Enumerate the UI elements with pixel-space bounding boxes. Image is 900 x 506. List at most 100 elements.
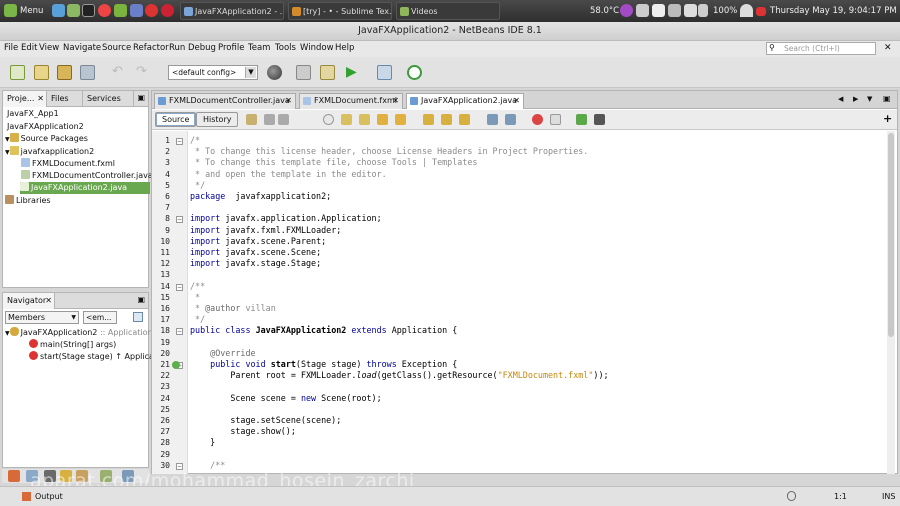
text-editor-icon[interactable]: [114, 4, 127, 17]
maximize-icon[interactable]: ▣: [883, 94, 891, 103]
volume-icon[interactable]: [684, 4, 697, 17]
menu-icon[interactable]: [4, 4, 17, 17]
shift-right-icon[interactable]: [505, 114, 516, 125]
new-project-icon[interactable]: [34, 65, 49, 80]
scroll-left-icon[interactable]: ◀: [838, 95, 843, 103]
fold-toggle[interactable]: −: [176, 283, 183, 291]
tree-libraries[interactable]: Libraries: [5, 195, 51, 207]
members-filter[interactable]: Members ▼: [5, 311, 79, 324]
navigator-member-start[interactable]: start(Stage stage) ↑ Application: [29, 351, 169, 363]
undo-icon[interactable]: ↶: [112, 65, 127, 80]
clock[interactable]: Thursday May 19, 9:04:17 PM: [770, 0, 897, 22]
window-titlebar[interactable]: JavaFXApplication2 - NetBeans IDE 8.1: [0, 22, 900, 41]
code-line[interactable]: import javafx.scene.Scene;: [190, 247, 321, 258]
find-next-icon[interactable]: [359, 114, 370, 125]
close-icon[interactable]: ✕: [45, 293, 52, 308]
tab-files[interactable]: Files: [47, 91, 83, 107]
tab-navigator[interactable]: Navigator ✕: [3, 293, 55, 309]
code-line[interactable]: import javafx.fxml.FXMLLoader;: [190, 225, 341, 236]
history-button[interactable]: History: [196, 112, 239, 127]
keyboard-icon[interactable]: [668, 4, 681, 17]
code-line[interactable]: /**: [190, 281, 205, 292]
output-window-icon[interactable]: [8, 470, 20, 482]
forward-icon[interactable]: [278, 114, 289, 125]
fold-toggle[interactable]: −: [176, 216, 183, 224]
menu-button[interactable]: Menu: [20, 0, 43, 22]
find-prev-icon[interactable]: [341, 114, 352, 125]
search-box[interactable]: ⚲ Search (Ctrl+I): [766, 42, 876, 55]
tab-projects[interactable]: Proje... ✕: [3, 91, 47, 107]
source-button[interactable]: Source: [155, 112, 197, 127]
search-input[interactable]: Search (Ctrl+I): [784, 44, 840, 53]
output-icon[interactable]: [22, 492, 31, 501]
code-line[interactable]: * To change this template file, choose T…: [190, 157, 477, 168]
scroll-right-icon[interactable]: ▶: [853, 95, 858, 103]
code-line[interactable]: * To change this license header, choose …: [190, 146, 588, 157]
close-icon[interactable]: ✕: [513, 94, 520, 108]
menu-help[interactable]: Help: [335, 43, 354, 53]
code-line[interactable]: import javafx.stage.Stage;: [190, 258, 321, 269]
notes-icon[interactable]: [652, 4, 665, 17]
back-icon[interactable]: [264, 114, 275, 125]
code-line[interactable]: * @author villan: [190, 303, 276, 314]
profile-icon[interactable]: [407, 65, 422, 80]
build-icon[interactable]: [296, 65, 311, 80]
browser-icon[interactable]: [267, 65, 282, 80]
tree-package[interactable]: ▼ javafxapplication2: [5, 146, 94, 158]
scope-filter[interactable]: <em...: [83, 311, 117, 324]
tree-source-packages[interactable]: ▼ Source Packages: [5, 133, 88, 145]
code-line[interactable]: @Override: [190, 348, 255, 359]
chrome-icon[interactable]: [98, 4, 111, 17]
tab-fxmldocument[interactable]: FXMLDocument.fxml ✕: [299, 93, 403, 109]
tree-file-fxml[interactable]: FXMLDocument.fxml: [21, 158, 115, 170]
toggle-rect-icon[interactable]: [395, 114, 406, 125]
battery-icon[interactable]: [698, 4, 708, 17]
collapse-icon[interactable]: ▼: [5, 330, 10, 337]
open-project-icon[interactable]: [57, 65, 72, 80]
clean-build-icon[interactable]: [320, 65, 335, 80]
code-line[interactable]: Scene scene = new Scene(root);: [190, 393, 381, 404]
stop-macro-icon[interactable]: [550, 114, 561, 125]
menu-debug[interactable]: Debug: [188, 43, 216, 53]
notifications-icon[interactable]: [787, 491, 796, 501]
run-icon[interactable]: ▶: [346, 65, 361, 80]
debug-icon[interactable]: [377, 65, 392, 80]
find-icon[interactable]: [323, 114, 334, 125]
comment-icon[interactable]: [576, 114, 587, 125]
navigator-class[interactable]: ▼ JavaFXApplication2 :: Application: [5, 327, 153, 339]
code-line[interactable]: public class JavaFXApplication2 extends …: [190, 325, 457, 336]
menu-navigate[interactable]: Navigate: [63, 43, 101, 53]
toggle-highlight-icon[interactable]: [377, 114, 388, 125]
scrollbar-thumb[interactable]: [888, 133, 894, 337]
code-line[interactable]: package javafxapplication2;: [190, 191, 331, 202]
code-line[interactable]: stage.setScene(scene);: [190, 415, 341, 426]
minimize-icon[interactable]: ▣: [137, 93, 145, 102]
menu-window[interactable]: Window: [300, 43, 334, 53]
wifi-icon[interactable]: [740, 4, 753, 17]
menu-refactor[interactable]: Refactor: [133, 43, 169, 53]
opera-icon[interactable]: [145, 4, 158, 17]
tree-project-javafx-app1[interactable]: JavaFX_App1: [7, 108, 59, 120]
menu-run[interactable]: Run: [169, 43, 185, 53]
code-area[interactable]: /* * To change this license header, choo…: [190, 131, 880, 474]
java-icon[interactable]: [161, 4, 174, 17]
code-line[interactable]: public void start(Stage stage) throws Ex…: [190, 359, 457, 370]
close-icon[interactable]: ✕: [285, 94, 292, 108]
menu-source[interactable]: Source: [102, 43, 131, 53]
taskbar-item-sublime[interactable]: [try] - • - Sublime Tex...: [288, 2, 392, 20]
menu-edit[interactable]: Edit: [21, 43, 37, 53]
code-line[interactable]: import javafx.application.Application;: [190, 213, 382, 224]
menu-file[interactable]: File: [4, 43, 18, 53]
next-bookmark-icon[interactable]: [441, 114, 452, 125]
start-macro-icon[interactable]: [532, 114, 543, 125]
add-icon[interactable]: +: [883, 112, 892, 125]
code-line[interactable]: /*: [190, 135, 200, 146]
menu-team[interactable]: Team: [248, 43, 270, 53]
uncomment-icon[interactable]: [594, 114, 605, 125]
code-line[interactable]: * and open the template in the editor.: [190, 169, 387, 180]
tab-services[interactable]: Services: [83, 91, 134, 107]
menu-profile[interactable]: Profile: [218, 43, 244, 53]
shield-icon[interactable]: [130, 4, 143, 17]
close-icon[interactable]: ✕: [392, 94, 399, 108]
config-select[interactable]: <default config> ▼: [168, 65, 258, 80]
